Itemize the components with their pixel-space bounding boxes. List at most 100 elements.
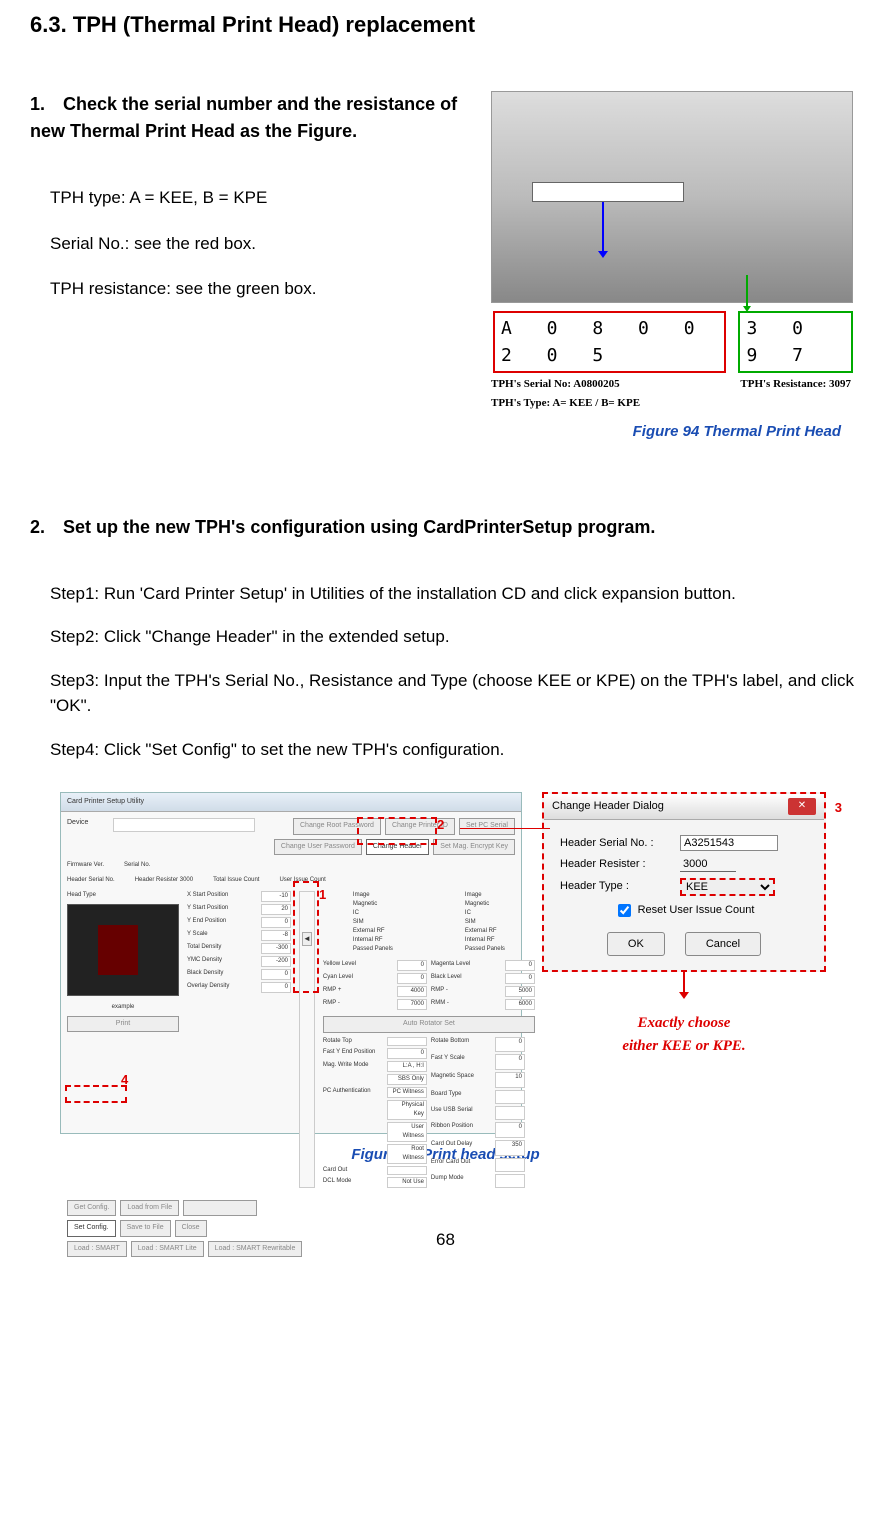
- change-header-button[interactable]: Change Header: [366, 839, 429, 856]
- param-label: Y Scale: [187, 930, 257, 941]
- col-magnetic-label2: Magnetic: [465, 900, 505, 909]
- param-label: Dump Mode: [431, 1174, 491, 1188]
- device-select[interactable]: [113, 818, 255, 832]
- param-value: 0: [387, 1048, 427, 1059]
- param-value: User Witness: [387, 1122, 427, 1142]
- param-label: Ribbon Position: [431, 1122, 491, 1138]
- dlg-cancel-button[interactable]: Cancel: [685, 932, 761, 957]
- param-value: 7000: [397, 999, 427, 1010]
- col-passed-label2: Passed Panels: [465, 945, 505, 954]
- header-serial-label: Header Serial No.: [67, 877, 115, 883]
- param-label: DCL Mode: [323, 1177, 383, 1188]
- auto-rotator-button[interactable]: Auto Rotator Set: [323, 1016, 535, 1033]
- set-pc-serial-button[interactable]: Set PC Serial: [459, 818, 515, 835]
- param-value: 6000: [505, 999, 535, 1010]
- callout-number-2: 2: [437, 815, 444, 835]
- substep-3: Step3: Input the TPH's Serial No., Resis…: [30, 668, 861, 719]
- col-passed-label: Passed Panels: [353, 945, 393, 954]
- param-value: 0: [261, 982, 291, 993]
- set-mag-key-button[interactable]: Set Mag. Encrypt Key: [433, 839, 515, 856]
- dlg-header-type-select[interactable]: KEE: [680, 878, 775, 896]
- param-value: [495, 1158, 525, 1172]
- dlg-reset-issue-checkbox[interactable]: [618, 904, 631, 917]
- expansion-slider[interactable]: ◄: [299, 891, 315, 1188]
- dlg-ok-button[interactable]: OK: [607, 932, 665, 957]
- col-extrf-label: External RF: [353, 927, 393, 936]
- load-smart-button[interactable]: Load : SMART: [67, 1241, 127, 1258]
- setup-utility-window: Card Printer Setup Utility Device Change…: [60, 792, 522, 1134]
- callout-number-4: 4: [121, 1070, 128, 1090]
- arrow-icon: [683, 972, 685, 994]
- param-value: [387, 1037, 427, 1046]
- param-value: Not Use: [387, 1177, 427, 1188]
- param-label: Black Density: [187, 969, 257, 980]
- param-value: SBS Only: [387, 1074, 427, 1085]
- save-to-file-button[interactable]: Save to File: [120, 1220, 171, 1237]
- print-button[interactable]: Print: [67, 1016, 179, 1033]
- change-root-pw-button[interactable]: Change Root Password: [293, 818, 381, 835]
- change-printer-id-button[interactable]: Change Printer ID: [385, 818, 455, 835]
- param-value: Root Witness: [387, 1144, 427, 1164]
- substep-4: Step4: Click "Set Config" to set the new…: [30, 737, 861, 763]
- serial-number-box: A 0 8 0 0 2 0 5: [493, 311, 726, 373]
- arrow-icon: [746, 275, 748, 307]
- resistance-box: 3 0 9 7: [738, 311, 853, 373]
- param-label: Black Level: [431, 973, 501, 984]
- change-user-pw-button[interactable]: Change User Password: [274, 839, 362, 856]
- load-from-file-button[interactable]: Load from File: [120, 1200, 179, 1217]
- figure94-caption: Figure 94 Thermal Print Head: [491, 421, 861, 444]
- device-label: Device: [67, 818, 107, 829]
- col-image-label: Image: [353, 891, 393, 900]
- param-label: [323, 1122, 383, 1142]
- param-label: [323, 1144, 383, 1164]
- param-label: Use USB Serial: [431, 1106, 491, 1120]
- param-label: YMC Density: [187, 956, 257, 967]
- param-value: 5000: [505, 986, 535, 997]
- param-label: Magnetic Space: [431, 1072, 491, 1088]
- col-sim-label2: SIM: [465, 918, 505, 927]
- serial-info: Serial No.: see the red box.: [30, 231, 461, 257]
- param-label: RMM -: [431, 999, 501, 1010]
- param-label: Card Out: [323, 1166, 383, 1175]
- param-label: Mag. Write Mode: [323, 1061, 383, 1072]
- tph-type-info: TPH type: A = KEE, B = KPE: [30, 185, 461, 211]
- param-value: 0: [505, 960, 535, 971]
- col-intrf-label: Internal RF: [353, 936, 393, 945]
- get-config-button[interactable]: Get Config.: [67, 1200, 116, 1217]
- arrow-icon: [602, 202, 604, 252]
- user-issue-label: User Issue Count: [279, 877, 325, 883]
- param-grid-bot-l: Rotate Top Fast Y End Position 0 Mag. Write…: [323, 1037, 427, 1188]
- param-value: 0: [397, 973, 427, 984]
- param-value: L:A , H:I: [387, 1061, 427, 1072]
- param-label: Y Start Position: [187, 904, 257, 915]
- param-grid-left: X Start Position-10Y Start Position20Y E…: [187, 891, 291, 993]
- card-preview: [67, 904, 179, 996]
- callout-number-1: 1: [319, 885, 326, 905]
- param-value: 4000: [397, 986, 427, 997]
- close-icon[interactable]: ✕: [788, 798, 816, 815]
- param-label: Total Density: [187, 943, 257, 954]
- section-title: 6.3. TPH (Thermal Print Head) replacemen…: [30, 8, 861, 41]
- window-titlebar: Card Printer Setup Utility: [61, 793, 521, 812]
- col-ic-label: IC: [353, 909, 393, 918]
- col-intrf-label2: Internal RF: [465, 936, 505, 945]
- param-label: Fast Y End Position: [323, 1048, 383, 1059]
- set-config-button[interactable]: Set Config.: [67, 1220, 116, 1237]
- dlg-header-resister-input[interactable]: [680, 857, 736, 872]
- col-magnetic-label: Magnetic: [353, 900, 393, 909]
- close-button[interactable]: Close: [175, 1220, 207, 1237]
- param-label: Rotate Top: [323, 1037, 383, 1046]
- param-value: [495, 1174, 525, 1188]
- param-label: Y End Position: [187, 917, 257, 928]
- load-smart-lite-button[interactable]: Load : SMART Lite: [131, 1241, 204, 1258]
- firmware-label: Firmware Ver.: [67, 862, 104, 868]
- param-grid-mid-r: Magenta Level0Black Level0RMP -5000RMM -…: [431, 960, 535, 1010]
- param-label: RMP -: [431, 986, 501, 997]
- dlg-header-serial-input[interactable]: [680, 835, 778, 851]
- param-value: 0: [261, 969, 291, 980]
- param-value: 0: [495, 1037, 525, 1053]
- head-type-label: Head Type: [67, 891, 179, 900]
- load-smart-rewritable-button[interactable]: Load : SMART Rewritable: [208, 1241, 303, 1258]
- param-value: [387, 1166, 427, 1175]
- header-resister-label: Header Resister: [135, 877, 178, 883]
